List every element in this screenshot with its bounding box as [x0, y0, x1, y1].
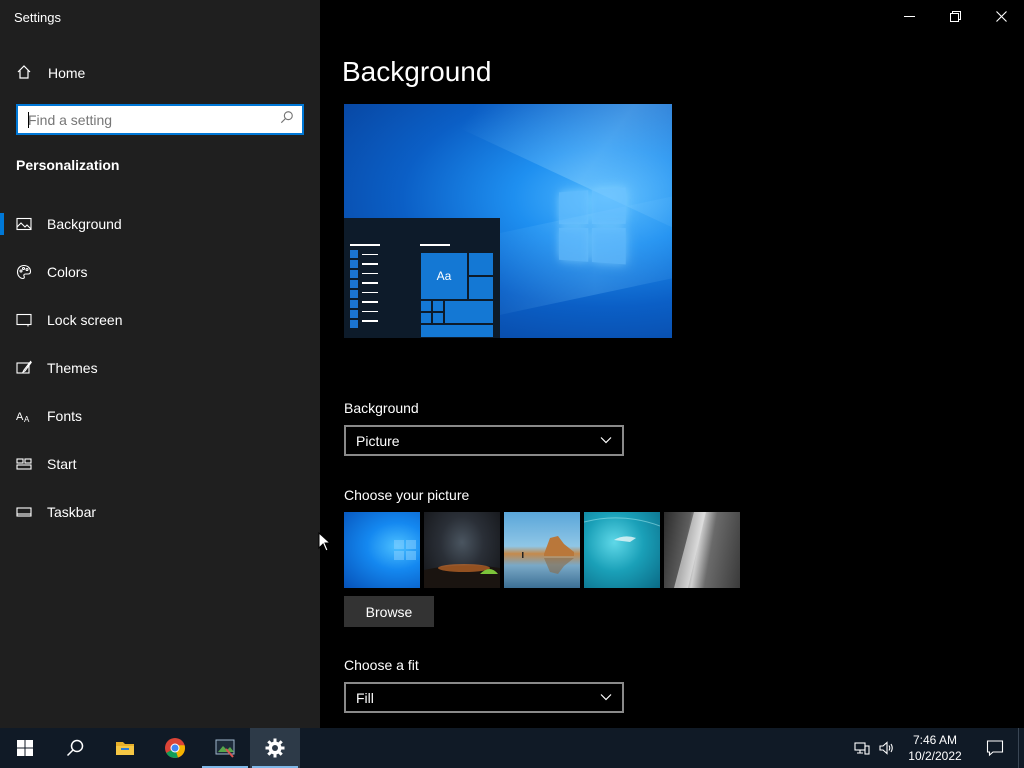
svg-text:A: A	[24, 415, 30, 424]
search-box[interactable]	[16, 104, 304, 135]
show-desktop-button[interactable]	[1018, 728, 1024, 768]
sidebar-item-label: Lock screen	[47, 312, 123, 328]
home-label: Home	[48, 65, 86, 81]
picture-thumbnail-windows[interactable]	[344, 512, 420, 588]
sidebar-item-label: Fonts	[47, 408, 83, 424]
minimize-button[interactable]	[886, 0, 932, 32]
sidebar-item-label: Colors	[47, 264, 88, 280]
background-label: Background	[344, 400, 419, 416]
sidebar-item-label: Taskbar	[47, 504, 97, 520]
settings-icon	[265, 738, 285, 758]
sidebar-item-themes[interactable]: Themes	[0, 344, 320, 392]
search-icon	[66, 739, 84, 757]
tray-volume-button[interactable]	[874, 728, 898, 768]
windows-start-icon	[17, 740, 33, 756]
browse-button[interactable]: Browse	[344, 596, 434, 627]
volume-icon	[879, 741, 893, 755]
picture-thumbnails	[344, 512, 740, 588]
restore-button[interactable]	[932, 0, 978, 32]
notification-icon	[986, 740, 1004, 757]
sidebar-item-fonts[interactable]: AA Fonts	[0, 392, 320, 440]
chevron-down-icon	[600, 690, 612, 706]
home-icon	[16, 64, 32, 83]
snipping-tool-icon	[215, 739, 235, 758]
picture-thumbnail-beach[interactable]	[504, 512, 580, 588]
taskbar-icon	[16, 504, 32, 520]
minimize-icon	[903, 15, 915, 17]
choose-picture-label: Choose your picture	[344, 487, 470, 503]
text-caret	[28, 112, 29, 128]
network-icon	[854, 742, 870, 755]
picture-thumbnail-rock[interactable]	[664, 512, 740, 588]
windows-logo-icon	[558, 187, 628, 267]
picture-thumbnail-night-sky[interactable]	[424, 512, 500, 588]
picture-icon	[16, 216, 32, 232]
chrome-icon	[165, 738, 185, 758]
clock-date: 10/2/2022	[908, 749, 962, 763]
system-tray: 7:46 AM 10/2/2022	[850, 728, 1024, 768]
taskbar-settings[interactable]	[250, 728, 300, 768]
taskbar-clock[interactable]: 7:46 AM 10/2/2022	[898, 732, 972, 764]
search-icon[interactable]	[280, 110, 294, 129]
background-dropdown[interactable]: Picture	[344, 425, 624, 456]
main-content: Background Aa Background Picture Choose …	[320, 0, 1024, 728]
fit-dropdown-value: Fill	[356, 689, 374, 706]
close-icon	[995, 10, 1007, 22]
sidebar-item-label: Start	[47, 456, 77, 472]
choose-fit-label: Choose a fit	[344, 657, 419, 673]
sidebar-item-background[interactable]: Background	[0, 200, 320, 248]
sidebar-item-colors[interactable]: Colors	[0, 248, 320, 296]
search-input[interactable]	[28, 111, 280, 128]
clock-time: 7:46 AM	[912, 733, 958, 747]
sidebar-item-start[interactable]: Start	[0, 440, 320, 488]
preview-tile: Aa	[420, 252, 468, 300]
sidebar-item-taskbar[interactable]: Taskbar	[0, 488, 320, 536]
svg-text:A: A	[16, 411, 24, 423]
file-explorer-icon	[116, 742, 134, 755]
sidebar-item-label: Themes	[47, 360, 98, 376]
themes-icon	[16, 360, 32, 376]
taskbar-search-button[interactable]	[50, 728, 100, 768]
lock-screen-icon	[16, 312, 32, 328]
tray-network-button[interactable]	[850, 728, 874, 768]
page-title: Background	[342, 56, 492, 87]
taskbar-file-explorer[interactable]	[100, 728, 150, 768]
taskbar: 7:46 AM 10/2/2022	[0, 728, 1024, 768]
background-preview: Aa	[344, 104, 672, 338]
start-icon	[16, 456, 32, 472]
palette-icon	[16, 264, 32, 280]
close-button[interactable]	[978, 0, 1024, 32]
taskbar-start-button[interactable]	[0, 728, 50, 768]
home-link[interactable]: Home	[16, 62, 85, 84]
app-title: Settings	[14, 10, 61, 25]
chevron-down-icon	[600, 433, 612, 449]
picture-thumbnail-underwater[interactable]	[584, 512, 660, 588]
sidebar-item-label: Background	[47, 216, 122, 232]
fonts-icon: AA	[16, 408, 32, 424]
sidebar-nav: Background Colors Lock screen Themes AA …	[0, 200, 320, 536]
taskbar-chrome[interactable]	[150, 728, 200, 768]
restore-icon	[949, 10, 961, 22]
sidebar-item-lock-screen[interactable]: Lock screen	[0, 296, 320, 344]
taskbar-snipping-tool[interactable]	[200, 728, 250, 768]
mouse-cursor-icon	[318, 532, 332, 552]
start-menu-preview: Aa	[344, 218, 500, 338]
sidebar: Settings Home Personalization Background…	[0, 0, 320, 728]
background-dropdown-value: Picture	[356, 432, 400, 449]
fit-dropdown[interactable]: Fill	[344, 682, 624, 713]
action-center-button[interactable]	[972, 728, 1018, 768]
section-title: Personalization	[16, 157, 120, 173]
